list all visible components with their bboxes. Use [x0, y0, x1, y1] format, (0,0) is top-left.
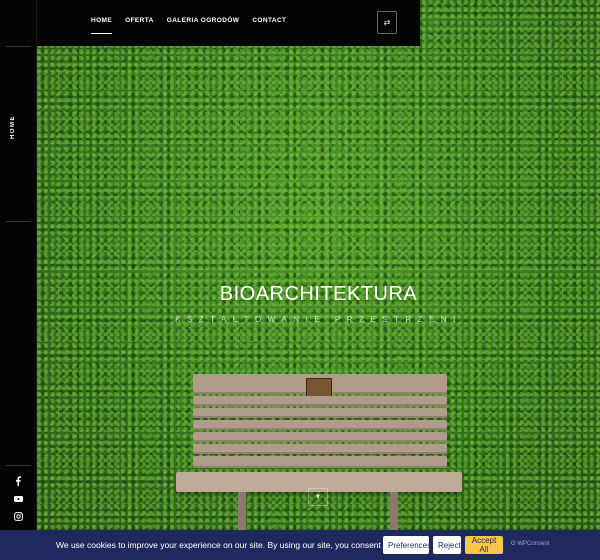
bench-leg — [238, 492, 246, 532]
bench-image — [176, 372, 462, 532]
wpconsent-logo-icon: ʘ — [511, 541, 516, 547]
facebook-icon[interactable] — [12, 476, 24, 488]
wpconsent-brand-label: WPConsent — [517, 541, 550, 547]
hero-subtitle: KSZTAŁTOWANIE PRZESTRZENI — [175, 315, 462, 324]
instagram-icon[interactable] — [12, 512, 24, 524]
cookie-consent-bar: We use cookies to improve your experienc… — [0, 530, 600, 560]
cookie-reject-button[interactable]: Reject — [433, 536, 461, 554]
bench-slat — [193, 432, 447, 442]
bench-leg — [390, 492, 398, 532]
left-sidebar: HOME — [0, 0, 37, 530]
bench-slat — [193, 408, 447, 418]
menu-toggle-icon: ⇄ — [383, 18, 391, 27]
bench-plaque — [306, 378, 332, 398]
nav-item-oferta[interactable]: OFERTA — [125, 17, 154, 24]
cookie-accept-all-button[interactable]: Accept All — [465, 536, 503, 554]
bench-slat — [193, 420, 447, 430]
divider — [6, 465, 31, 466]
hero-title: BIOARCHITEKTURA — [219, 283, 418, 305]
scroll-down-button[interactable]: ▼ — [308, 488, 328, 506]
cookie-message: We use cookies to improve your experienc… — [56, 540, 424, 550]
divider — [6, 221, 31, 222]
wpconsent-brand[interactable]: ʘ WPConsent — [511, 541, 549, 547]
youtube-icon[interactable] — [12, 494, 24, 506]
nav-item-home[interactable]: HOME — [91, 17, 113, 34]
chevron-down-icon: ▼ — [315, 494, 321, 500]
top-navigation-bar: HOME OFERTA GALERIA OGRODÓW CONTACT ⇄ — [37, 0, 420, 46]
cookie-preferences-button[interactable]: Preferences — [383, 536, 431, 554]
main-nav: HOME OFERTA GALERIA OGRODÓW CONTACT — [91, 17, 286, 34]
sidebar-home-link[interactable]: HOME — [10, 115, 16, 139]
menu-toggle-button[interactable]: ⇄ — [377, 11, 397, 34]
divider — [6, 46, 31, 47]
bench-slat — [193, 456, 447, 468]
bench-slat — [193, 396, 447, 406]
nav-item-galeria[interactable]: GALERIA OGRODÓW — [167, 17, 240, 24]
bench-slat — [193, 444, 447, 454]
nav-item-contact[interactable]: CONTACT — [252, 17, 286, 24]
